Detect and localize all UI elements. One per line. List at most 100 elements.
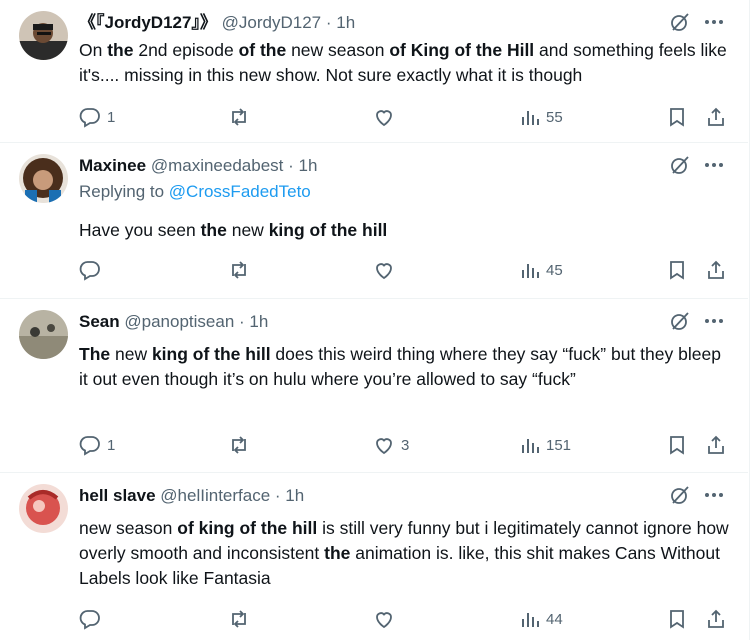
reply-button[interactable]: 1 <box>79 103 115 131</box>
grok-icon[interactable] <box>668 483 692 507</box>
views-count: 55 <box>546 108 563 126</box>
views-button[interactable]: 151 <box>520 431 571 459</box>
text-segment: the <box>324 543 351 563</box>
avatar[interactable] <box>19 310 68 359</box>
views-count: 44 <box>546 610 563 628</box>
like-icon <box>373 106 395 128</box>
share-button[interactable] <box>705 103 727 131</box>
views-icon <box>520 107 540 127</box>
text-segment: the <box>107 40 134 60</box>
repost-button[interactable] <box>228 605 256 633</box>
reply-button[interactable]: 1 <box>79 431 115 459</box>
handle-and-time[interactable]: @JordyD127 · 1h <box>222 13 356 32</box>
tweet[interactable]: Sean @panoptisean · 1h The new king of t… <box>0 299 748 473</box>
bookmark-icon <box>667 608 687 630</box>
like-button[interactable] <box>373 605 401 633</box>
action-bar: 1 55 <box>79 103 729 131</box>
more-icon[interactable] <box>702 309 726 333</box>
action-bar: 44 <box>79 605 729 633</box>
replying-to-label: Replying to <box>79 182 169 201</box>
like-icon <box>373 608 395 630</box>
reply-icon <box>79 434 101 456</box>
column-border <box>749 0 756 640</box>
views-icon <box>520 609 540 629</box>
like-button[interactable]: 3 <box>373 431 409 459</box>
bookmark-button[interactable] <box>667 103 687 131</box>
reply-button[interactable] <box>79 256 107 284</box>
share-button[interactable] <box>705 605 727 633</box>
text-segment: The <box>79 344 111 364</box>
text-segment: of King of the Hill <box>389 40 535 60</box>
reply-icon <box>79 608 101 630</box>
action-bar: 45 <box>79 256 729 284</box>
repost-button[interactable] <box>228 431 256 459</box>
share-icon <box>705 259 727 281</box>
bookmark-button[interactable] <box>667 605 687 633</box>
like-button[interactable] <box>373 103 401 131</box>
handle-and-time[interactable]: @maxineedabest · 1h <box>151 156 318 175</box>
text-segment: new season <box>79 518 178 538</box>
bookmark-icon <box>667 106 687 128</box>
like-icon <box>373 259 395 281</box>
avatar[interactable] <box>19 11 68 60</box>
avatar[interactable] <box>19 484 68 533</box>
tweet-text: The new king of the hill does this weird… <box>79 342 729 392</box>
replying-to: Replying to @CrossFadedTeto <box>79 181 311 203</box>
repost-icon <box>228 608 250 630</box>
more-icon[interactable] <box>702 153 726 177</box>
tweet-text: new season of king of the hill is still … <box>79 516 729 591</box>
tweet[interactable]: 《『JordyD127』》 @JordyD127 · 1h On the 2nd… <box>0 0 748 143</box>
views-button[interactable]: 45 <box>520 256 563 284</box>
grok-icon[interactable] <box>668 10 692 34</box>
share-button[interactable] <box>705 256 727 284</box>
text-segment: the <box>200 220 227 240</box>
like-count: 3 <box>401 436 410 454</box>
text-segment: of king of the hill <box>177 518 318 538</box>
text-segment: On <box>79 40 108 60</box>
action-bar: 1 3 151 <box>79 431 729 459</box>
text-segment: Have you seen <box>79 220 201 240</box>
text-segment: new <box>110 344 152 364</box>
text-segment: new <box>226 220 269 240</box>
reply-icon <box>79 259 101 281</box>
reply-button[interactable] <box>79 605 107 633</box>
avatar[interactable] <box>19 154 68 203</box>
grok-icon[interactable] <box>668 153 692 177</box>
views-button[interactable]: 44 <box>520 605 563 633</box>
text-segment: new season <box>286 40 390 60</box>
display-name[interactable]: 《『JordyD127』》 <box>79 13 217 32</box>
share-button[interactable] <box>705 431 727 459</box>
grok-icon[interactable] <box>668 309 692 333</box>
repost-button[interactable] <box>228 256 256 284</box>
views-icon <box>520 260 540 280</box>
like-button[interactable] <box>373 256 401 284</box>
display-name[interactable]: Sean <box>79 312 120 331</box>
more-icon[interactable] <box>702 10 726 34</box>
views-button[interactable]: 55 <box>520 103 563 131</box>
bookmark-button[interactable] <box>667 256 687 284</box>
tweet-header: hell slave @helIinterface · 1h <box>79 485 304 507</box>
share-icon <box>705 608 727 630</box>
replying-to-link[interactable]: @CrossFadedTeto <box>169 182 311 201</box>
bookmark-icon <box>667 434 687 456</box>
text-segment: king of the hill <box>268 220 388 240</box>
tweet[interactable]: Maxinee @maxineedabest · 1h Replying to … <box>0 143 748 299</box>
handle-and-time[interactable]: @helIinterface · 1h <box>160 486 304 505</box>
handle-and-time[interactable]: @panoptisean · 1h <box>124 312 268 331</box>
more-icon[interactable] <box>702 483 726 507</box>
display-name[interactable]: Maxinee <box>79 156 146 175</box>
share-icon <box>705 434 727 456</box>
bookmark-icon <box>667 259 687 281</box>
tweet-text: On the 2nd episode of the new season of … <box>79 38 729 88</box>
like-icon <box>373 434 395 456</box>
tweet[interactable]: hell slave @helIinterface · 1h new seaso… <box>0 473 748 640</box>
display-name[interactable]: hell slave <box>79 486 156 505</box>
repost-icon <box>228 106 250 128</box>
bookmark-button[interactable] <box>667 431 687 459</box>
text-segment: 2nd episode <box>133 40 239 60</box>
tweet-header: Sean @panoptisean · 1h <box>79 311 268 333</box>
tweet-header: Maxinee @maxineedabest · 1h <box>79 155 317 177</box>
share-icon <box>705 106 727 128</box>
repost-button[interactable] <box>228 103 256 131</box>
tweet-text: Have you seen the new king of the hill <box>79 218 729 243</box>
